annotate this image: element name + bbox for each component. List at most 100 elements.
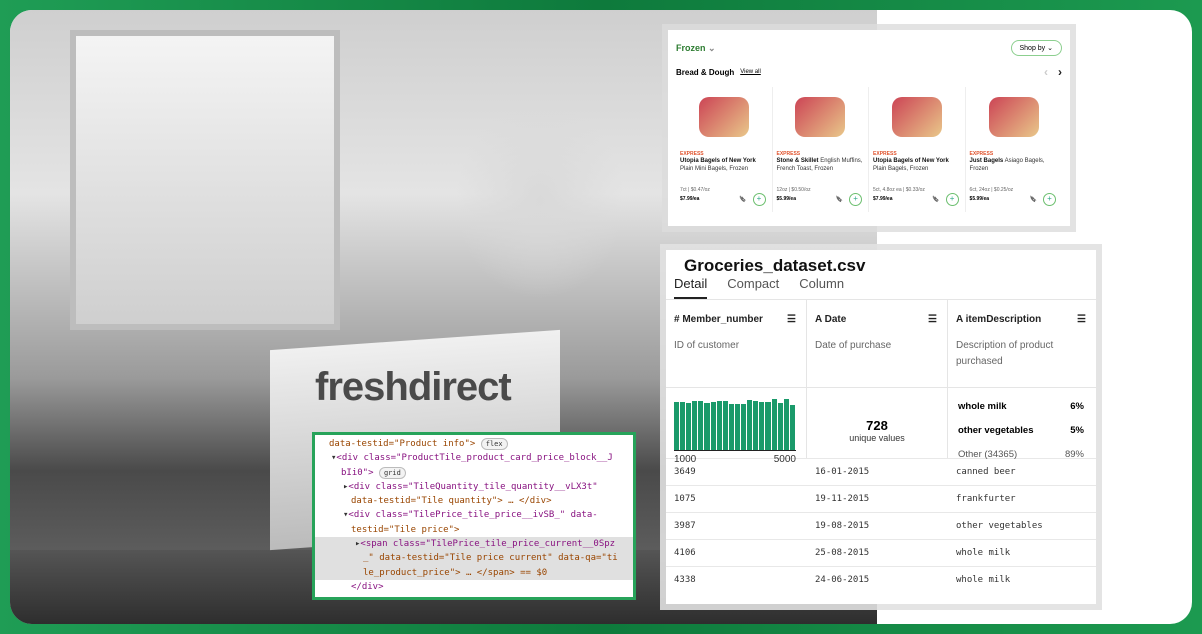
tab-column[interactable]: Column — [799, 276, 844, 299]
histogram-bar — [741, 404, 747, 450]
add-to-cart-button[interactable]: + — [849, 193, 863, 206]
histogram-bar — [734, 403, 741, 450]
unique-label: unique values — [849, 433, 905, 443]
table-row[interactable]: 4338 24-06-2015 whole milk — [666, 566, 1096, 593]
chevron-down-icon: ⌄ — [708, 42, 716, 53]
add-to-cart-button[interactable]: + — [1043, 193, 1057, 206]
product-name[interactable]: Utopia Bagels of New York Plain Bagels, … — [873, 157, 961, 173]
column-description: Date of purchase — [815, 340, 892, 351]
category-dropdown[interactable]: Frozen ⌄ — [676, 43, 716, 54]
product-tile[interactable]: EXPRESS Stone & Skillet English Muffins, … — [773, 87, 870, 212]
dataset-panel: Groceries_dataset.csv Detail Compact Col… — [666, 250, 1096, 604]
table-cell: 25-08-2015 — [815, 548, 870, 558]
code-line[interactable]: <div class="TileQuantity_tile_quantity__… — [348, 482, 597, 492]
code-line: testid="Tile price"> — [351, 524, 460, 535]
code-line: data-testid="Product info"> — [329, 439, 476, 449]
table-row[interactable]: 1075 19-11-2015 frankfurter — [666, 485, 1096, 512]
sort-icon[interactable]: ☰ — [928, 314, 937, 325]
product-brand: Just Bagels — [969, 158, 1004, 164]
code-line[interactable]: <span class="TilePrice_tile_price_curren… — [360, 539, 615, 549]
top-item[interactable]: other vegetables 5% — [948, 418, 1096, 442]
product-title: Plain Mini Bagels, Frozen — [680, 166, 749, 172]
product-price: $7.99/ea — [873, 196, 893, 202]
product-name[interactable]: Stone & Skillet English Muffins, French … — [777, 157, 865, 173]
tile-actions: 🔖 + — [1030, 193, 1057, 206]
product-name[interactable]: Just Bagels Asiago Bagels, Frozen — [970, 157, 1058, 173]
add-to-cart-button[interactable]: + — [752, 193, 766, 206]
product-unit-info: 6ct, 24oz | $0.25/oz — [969, 187, 1014, 193]
column-name: itemDescription — [965, 314, 1042, 325]
top-item[interactable]: whole milk 6% — [948, 394, 1096, 418]
histogram-bar — [698, 401, 704, 450]
product-image[interactable] — [873, 87, 961, 147]
product-price: $7.99/ea — [680, 196, 700, 202]
product-tile[interactable]: EXPRESS Utopia Bagels of New York Plain B… — [869, 87, 966, 212]
histogram-bar — [686, 403, 692, 450]
code-line[interactable]: <div class="ProductTile_product_card_pri… — [336, 453, 612, 463]
product-image[interactable] — [680, 87, 768, 147]
code-line: bIi0"> — [341, 467, 374, 478]
code-line: _" data-testid="Tile price current" data… — [363, 553, 618, 564]
histogram-bar — [747, 400, 753, 450]
product-unit-info: 7ct | $0.47/oz — [680, 187, 710, 193]
table-cell: whole milk — [956, 548, 1011, 558]
histogram-bar — [728, 404, 734, 450]
tab-compact[interactable]: Compact — [727, 276, 779, 299]
table-cell: other vegetables — [956, 521, 1043, 531]
product-image[interactable] — [777, 87, 865, 147]
histogram-min: 1000 — [674, 454, 697, 465]
code-line: le_product_price"> … </span> == $0 — [363, 567, 548, 578]
product-price: $5.99/ea — [969, 196, 990, 202]
histogram-bar — [765, 402, 771, 450]
product-photo — [988, 97, 1039, 137]
prev-arrow-icon[interactable]: ‹ — [1044, 65, 1048, 79]
column-name: Member_number — [682, 314, 763, 325]
flex-badge[interactable]: flex — [480, 438, 508, 450]
table-cell: 24-06-2015 — [815, 575, 870, 585]
bookmark-icon[interactable]: 🔖 — [739, 196, 746, 203]
histogram-bar — [722, 401, 728, 450]
product-photo — [891, 97, 942, 137]
histogram-bar — [674, 402, 680, 450]
table-row[interactable]: 3987 19-08-2015 other vegetables — [666, 512, 1096, 539]
sort-icon[interactable]: ☰ — [787, 314, 796, 325]
table-row[interactable]: 4106 25-08-2015 whole milk — [666, 539, 1096, 566]
histogram-bar — [680, 401, 686, 450]
column-description: Description of product purchased — [956, 340, 1054, 367]
bookmark-icon[interactable]: 🔖 — [836, 196, 843, 203]
table-cell: 3987 — [674, 521, 696, 531]
bookmark-icon[interactable]: 🔖 — [932, 196, 939, 203]
view-all-link[interactable]: View all — [740, 69, 761, 75]
frame: freshdirect Frozen ⌄ Shop by ⌄ Bread & D… — [10, 10, 1192, 624]
bookmark-icon[interactable]: 🔖 — [1030, 196, 1037, 203]
column-date: A Date ☰ Date of purchase 728 unique value… — [807, 300, 948, 458]
next-arrow-icon[interactable]: › — [1058, 65, 1062, 79]
table-cell: 19-11-2015 — [815, 494, 870, 504]
code-line: </div> — [351, 581, 384, 592]
unique-count: 728 — [866, 418, 888, 433]
string-icon: A — [956, 314, 963, 325]
top-item-label: other vegetables — [958, 424, 1034, 436]
tab-detail[interactable]: Detail — [674, 276, 708, 299]
product-tile[interactable]: EXPRESS Just Bagels Asiago Bagels, Frozen… — [966, 87, 1062, 212]
table-cell: 4338 — [674, 575, 696, 585]
product-photo — [698, 97, 749, 137]
grid-badge[interactable]: grid — [378, 466, 406, 479]
add-to-cart-button[interactable]: + — [945, 193, 959, 206]
code-line[interactable]: <div class="TilePrice_tile_price__ivSB_"… — [348, 510, 597, 520]
column-name: Date — [824, 314, 847, 325]
string-icon: A — [815, 314, 822, 325]
shop-by-button[interactable]: Shop by ⌄ — [1010, 40, 1062, 56]
product-image[interactable] — [970, 87, 1058, 147]
histogram-bar — [704, 403, 710, 450]
product-name[interactable]: Utopia Bagels of New York Plain Mini Bag… — [680, 157, 768, 173]
top-item[interactable]: Other (34365) 89% — [948, 442, 1096, 466]
histogram-bar — [716, 400, 722, 450]
product-tile[interactable]: EXPRESS Utopia Bagels of New York Plain M… — [676, 87, 773, 212]
histogram-bar — [789, 405, 795, 450]
tile-actions: 🔖 + — [836, 193, 863, 206]
table-cell: 1075 — [674, 494, 696, 504]
sort-icon[interactable]: ☰ — [1077, 314, 1086, 325]
box-logo: freshdirect — [315, 365, 512, 409]
table-cell: frankfurter — [956, 494, 1016, 504]
